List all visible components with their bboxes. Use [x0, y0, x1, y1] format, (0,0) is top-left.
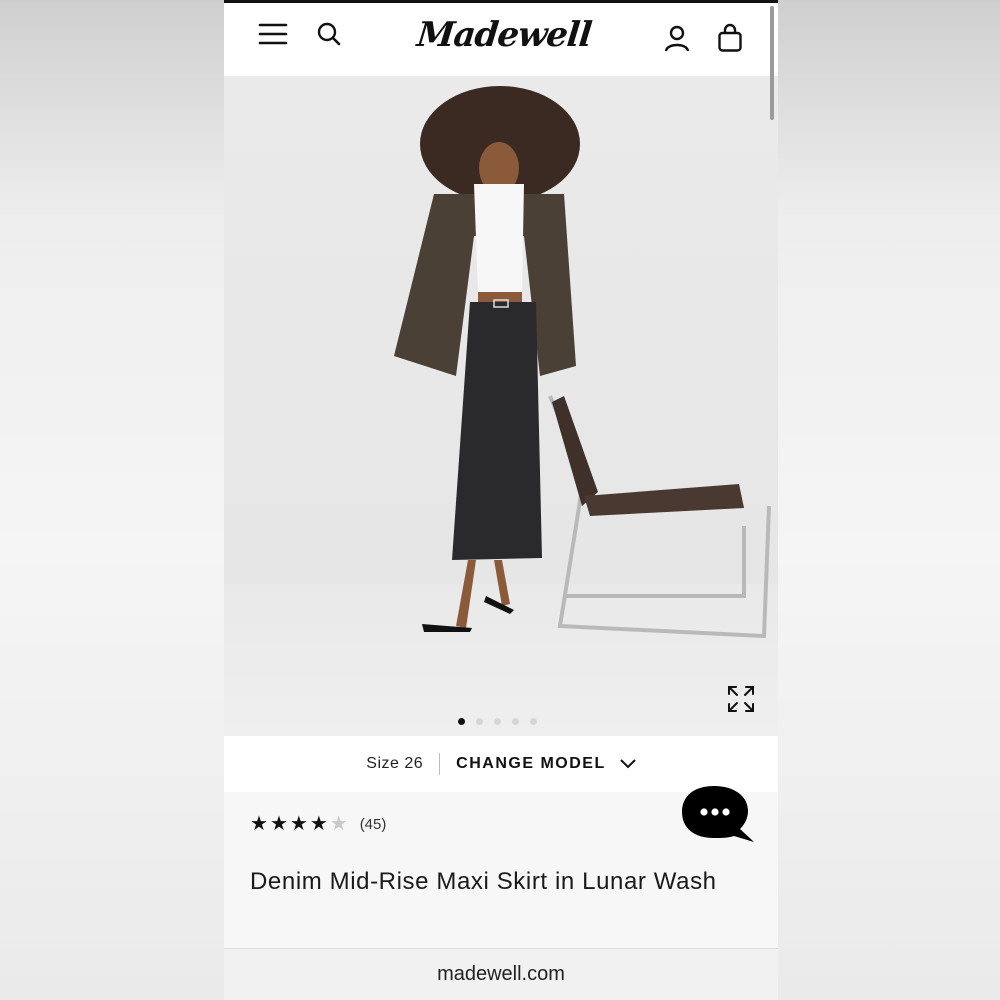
star-rating[interactable]: ★ ★ ★ ★ ★ (45) — [250, 814, 386, 834]
model-size-bar: Size 26 CHANGE MODEL — [224, 736, 778, 792]
change-model-label: CHANGE MODEL — [456, 755, 606, 772]
product-title: Denim Mid-Rise Maxi Skirt in Lunar Wash — [250, 868, 717, 895]
product-image[interactable] — [224, 76, 778, 736]
browser-url-bar[interactable]: madewell.com — [224, 948, 778, 1000]
account-icon[interactable] — [660, 21, 694, 55]
model-size-label: Size 26 — [366, 755, 424, 772]
chevron-down-icon — [620, 759, 636, 769]
left-backdrop — [0, 0, 224, 1000]
carousel-dot[interactable] — [476, 718, 483, 725]
model-illustration — [394, 86, 771, 639]
carousel-dot[interactable] — [530, 718, 537, 725]
star-icon: ★ — [250, 813, 268, 835]
expand-icon[interactable] — [726, 684, 756, 714]
carousel-dot[interactable] — [458, 718, 465, 725]
star-icon: ★ — [289, 813, 308, 835]
chat-bubble-icon — [682, 786, 754, 842]
carousel-dot[interactable] — [494, 718, 501, 725]
right-backdrop — [778, 0, 1000, 1000]
chat-button[interactable] — [682, 786, 756, 846]
site-header: Madewell — [224, 3, 778, 76]
menu-icon[interactable] — [256, 17, 290, 51]
star-icon: ★ — [309, 813, 328, 835]
product-details: ★ ★ ★ ★ ★ (45) Denim Mid-Rise Maxi Skirt… — [224, 786, 778, 948]
shopping-bag-icon[interactable] — [713, 21, 747, 55]
brand-logo[interactable]: Madewell — [411, 7, 597, 63]
scrollbar[interactable] — [770, 6, 774, 120]
review-count[interactable]: (45) — [360, 816, 387, 833]
search-icon[interactable] — [312, 17, 346, 51]
star-icon: ★ — [269, 813, 288, 835]
phone-screen: Madewell Size 26 CHANGE MODEL ★ ★ ★ ★ ★ … — [224, 0, 778, 1000]
url-text: madewell.com — [437, 963, 565, 985]
carousel-dot[interactable] — [512, 718, 519, 725]
star-empty-icon: ★ — [329, 813, 348, 835]
carousel-dots — [458, 718, 537, 725]
change-model-button[interactable]: CHANGE MODEL — [456, 755, 636, 773]
divider — [439, 753, 441, 775]
